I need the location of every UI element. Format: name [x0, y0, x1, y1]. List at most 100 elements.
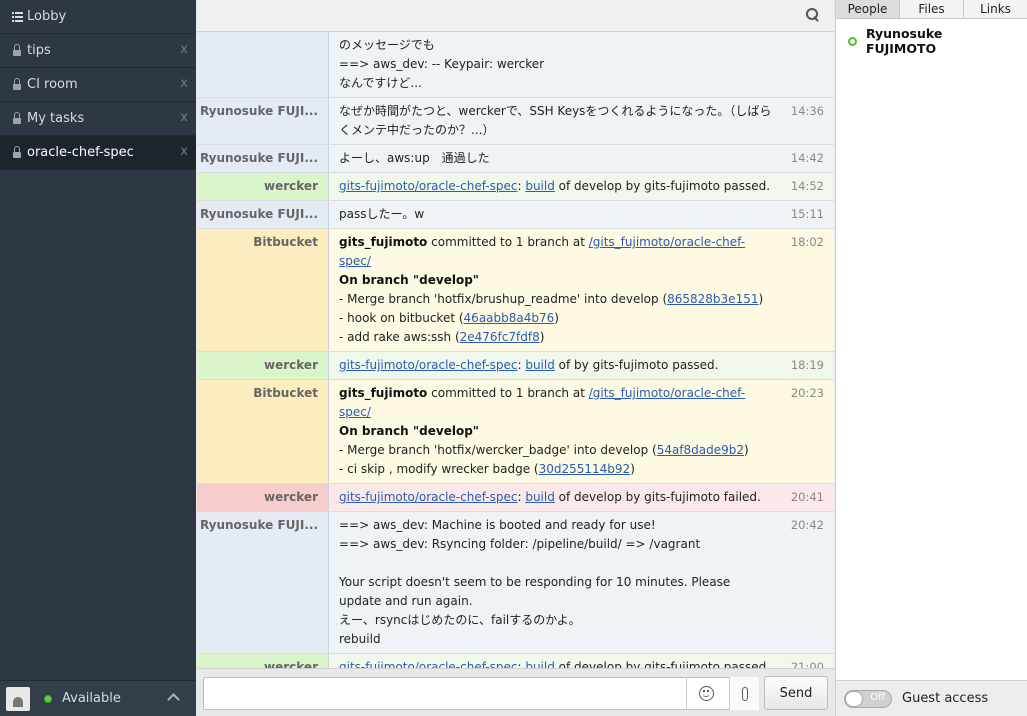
- commit-text: committed to 1 branch at: [427, 386, 589, 400]
- room-name: oracle-chef-spec: [27, 145, 134, 160]
- message-input[interactable]: [203, 677, 758, 710]
- message-time: 15:11: [790, 207, 824, 221]
- tab-files[interactable]: Files: [900, 0, 964, 18]
- status-label: Available: [62, 691, 121, 706]
- message-text: ==> aws_dev: Rsyncing folder: /pipeline/…: [339, 537, 701, 551]
- room-item[interactable]: Lobby: [0, 0, 196, 34]
- branch-label: On branch "develop": [339, 424, 480, 438]
- message-author[interactable]: wercker: [197, 352, 329, 379]
- message-author[interactable]: Ryunosuke FUJI...: [197, 512, 329, 653]
- message-author[interactable]: [197, 32, 329, 97]
- message-time: 14:42: [790, 151, 824, 165]
- online-status-icon: [44, 694, 52, 703]
- message-author[interactable]: wercker: [197, 484, 329, 511]
- commit-message: - ci skip , modify wrecker badge (: [339, 462, 539, 476]
- message-text: ==> aws_dev: Machine is booted and ready…: [339, 518, 656, 532]
- commit-message: - Merge branch 'hotfix/brushup_readme' i…: [339, 292, 668, 306]
- repo-link[interactable]: gits-fujimoto/oracle-chef-spec: [339, 490, 517, 504]
- commit-message: - Merge branch 'hotfix/wercker_badge' in…: [339, 443, 657, 457]
- tab-links[interactable]: Links: [964, 0, 1027, 18]
- emoji-button[interactable]: [686, 677, 726, 710]
- message-time: 20:41: [790, 490, 824, 504]
- guest-access-bar: Off Guest access: [836, 680, 1027, 716]
- guest-access-toggle[interactable]: Off: [844, 689, 892, 708]
- room-item[interactable]: My tasks x: [0, 102, 196, 136]
- close-icon[interactable]: x: [180, 110, 188, 125]
- message-row: Ryunosuke FUJI... 15:11 passしたー。w: [197, 201, 834, 229]
- build-result-text: of by gits-fujimoto passed.: [554, 358, 719, 372]
- room-item[interactable]: CI room x: [0, 68, 196, 102]
- search-icon[interactable]: [806, 8, 819, 21]
- commit-item: - Merge branch 'hotfix/brushup_readme' i…: [339, 292, 764, 306]
- message-text: rebuild: [339, 632, 381, 646]
- message-time: 18:02: [790, 235, 824, 249]
- message-row: Bitbucket 20:23 gits_fujimoto committed to…: [197, 380, 834, 484]
- build-status: gits-fujimoto/oracle-chef-spec: build of…: [339, 658, 824, 668]
- avatar[interactable]: [6, 686, 30, 711]
- person-name: Ryunosuke FUJIMOTO: [865, 26, 943, 56]
- build-link[interactable]: build: [525, 660, 555, 668]
- branch-label: On branch "develop": [339, 273, 480, 287]
- paperclip-icon: [741, 686, 748, 701]
- build-link[interactable]: build: [525, 490, 555, 504]
- commit-item: - hook on bitbucket (46aabb8a4b76): [339, 311, 559, 325]
- message-author[interactable]: Bitbucket: [197, 380, 329, 483]
- message-text: passしたー。w: [339, 207, 425, 221]
- message-author[interactable]: Ryunosuke FUJI...: [197, 145, 329, 172]
- room-item[interactable]: tips x: [0, 34, 196, 68]
- status-bar[interactable]: Available: [0, 680, 196, 716]
- message-author[interactable]: Ryunosuke FUJI...: [197, 98, 329, 144]
- lock-icon: [10, 43, 24, 57]
- message-author[interactable]: Bitbucket: [197, 229, 329, 351]
- commit-summary: gits_fujimoto committed to 1 branch at /…: [339, 233, 824, 271]
- chat-area: のメッセージでも ==> aws_dev: -- Keypair: wercker…: [197, 0, 834, 716]
- commit-hash-link[interactable]: 30d255114b92: [539, 462, 631, 476]
- room-name: Lobby: [27, 9, 67, 24]
- message-text: えー、rsyncはじめたのに、failするのかよ。: [339, 613, 581, 627]
- message-row: Ryunosuke FUJI... 14:36 なぜか時間がたつと、werckerで…: [197, 98, 834, 145]
- people-list: Ryunosuke FUJIMOTO: [836, 19, 1027, 63]
- toggle-knob: [845, 690, 863, 707]
- commit-message: - hook on bitbucket (: [339, 311, 464, 325]
- attach-button[interactable]: [729, 677, 759, 710]
- repo-link[interactable]: gits-fujimoto/oracle-chef-spec: [339, 179, 517, 193]
- branch-name: On branch "develop": [339, 271, 824, 290]
- message-body: 18:19 gits-fujimoto/oracle-chef-spec: bui…: [329, 352, 834, 379]
- message-body: のメッセージでも ==> aws_dev: -- Keypair: wercker…: [329, 32, 834, 97]
- room-name: My tasks: [27, 111, 85, 126]
- send-button[interactable]: Send: [764, 676, 828, 710]
- message-author[interactable]: Ryunosuke FUJI...: [197, 201, 329, 228]
- commit-hash-link[interactable]: 54af8dade9b2: [657, 443, 744, 457]
- message-time: 18:19: [790, 358, 824, 372]
- message-row: のメッセージでも ==> aws_dev: -- Keypair: wercker…: [197, 32, 834, 98]
- build-link[interactable]: build: [525, 179, 555, 193]
- message-body: 14:36 なぜか時間がたつと、werckerで、SSH Keysをつくれるように…: [329, 98, 834, 144]
- commit-hash-link[interactable]: 865828b3e151: [667, 292, 758, 306]
- room-sidebar: Lobby tips x CI room x My tasks x oracle-chef-s…: [0, 0, 196, 716]
- room-item[interactable]: oracle-chef-spec x: [0, 136, 196, 170]
- commit-hash-link[interactable]: 46aabb8a4b76: [464, 311, 555, 325]
- commit-hash-link[interactable]: 2e476fc7fdf8: [460, 330, 540, 344]
- person-item[interactable]: Ryunosuke FUJIMOTO: [836, 19, 1027, 63]
- info-panel: People Files Links Ryunosuke FUJIMOTO Off …: [835, 0, 1027, 716]
- chevron-up-icon[interactable]: [167, 693, 180, 706]
- repo-link[interactable]: gits-fujimoto/oracle-chef-spec: [339, 358, 517, 372]
- close-icon[interactable]: x: [180, 144, 188, 159]
- message-author[interactable]: wercker: [197, 654, 329, 668]
- room-name: tips: [27, 43, 51, 58]
- message-row: wercker 20:41 gits-fujimoto/oracle-chef-sp…: [197, 484, 834, 512]
- message-time: 21:00: [790, 660, 824, 668]
- message-author[interactable]: wercker: [197, 173, 329, 200]
- build-link[interactable]: build: [525, 358, 555, 372]
- message-row: Ryunosuke FUJI... 14:42 よーし、aws:up 通過した: [197, 145, 834, 173]
- message-body: 14:52 gits-fujimoto/oracle-chef-spec: bui…: [329, 173, 834, 200]
- repo-link[interactable]: gits-fujimoto/oracle-chef-spec: [339, 660, 517, 668]
- lock-icon: [10, 77, 24, 91]
- close-icon[interactable]: x: [180, 42, 188, 57]
- list-icon: [10, 11, 24, 22]
- lock-icon: [10, 111, 24, 125]
- close-icon[interactable]: x: [180, 76, 188, 91]
- smiley-icon: [699, 686, 714, 701]
- tab-people[interactable]: People: [836, 0, 900, 18]
- guest-access-label: Guest access: [902, 691, 989, 706]
